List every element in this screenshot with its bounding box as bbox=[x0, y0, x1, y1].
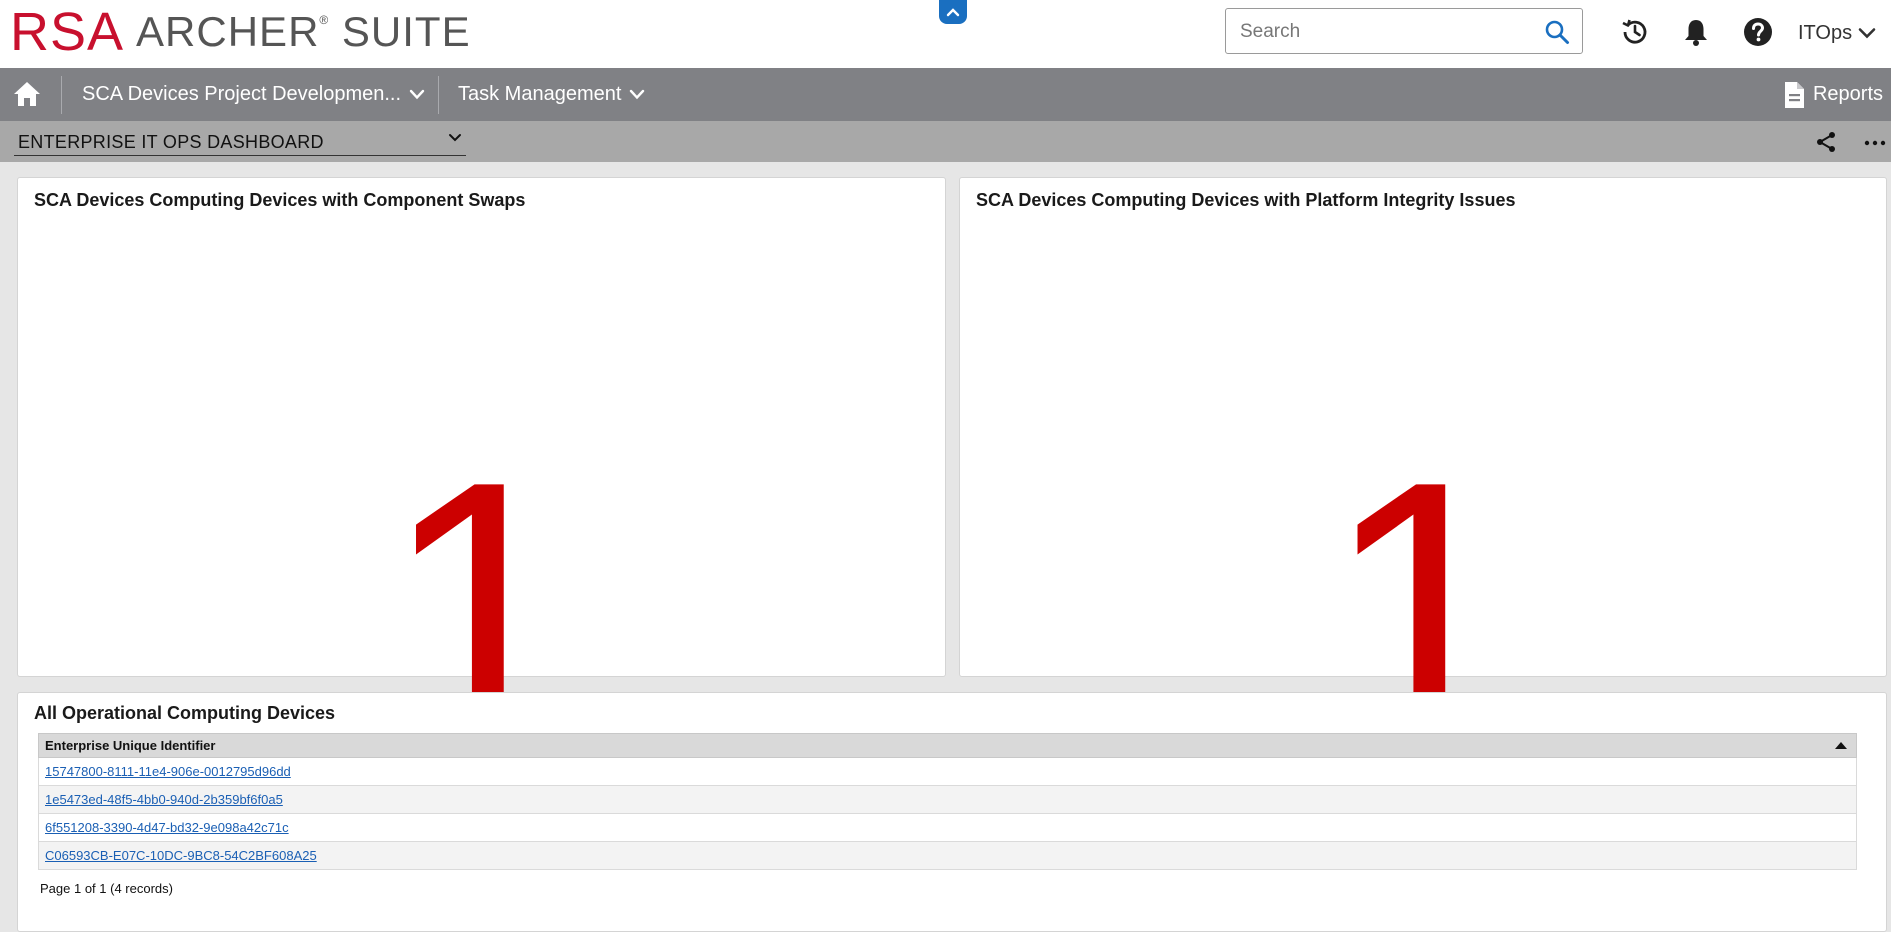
panel-title: All Operational Computing Devices bbox=[34, 703, 336, 723]
notifications-button[interactable] bbox=[1680, 16, 1712, 48]
help-icon bbox=[1744, 18, 1772, 46]
table-row: 1e5473ed-48f5-4bb0-940d-2b359bf6f0a5 bbox=[38, 785, 1857, 814]
document-icon bbox=[1784, 81, 1804, 108]
share-icon[interactable] bbox=[1815, 131, 1837, 153]
table-header-row: Enterprise Unique Identifier bbox=[38, 733, 1857, 758]
search-box[interactable] bbox=[1225, 8, 1583, 55]
collapse-header-button[interactable] bbox=[939, 0, 967, 24]
nav-item-task-management[interactable]: Task Management bbox=[458, 68, 645, 121]
chevron-down-icon bbox=[449, 134, 461, 142]
table-row: 6f551208-3390-4d47-bd32-9e098a42c71c bbox=[38, 813, 1857, 842]
devices-table: Enterprise Unique Identifier 15747800-81… bbox=[38, 733, 1857, 870]
logo-archer: ARCHER bbox=[136, 8, 320, 55]
column-header-label: Enterprise Unique Identifier bbox=[45, 738, 216, 753]
logo-suite: SUITE bbox=[341, 8, 471, 55]
table-row: C06593CB-E07C-10DC-9BC8-54C2BF608A25 bbox=[38, 841, 1857, 870]
table-cell: 15747800-8111-11e4-906e-0012795d96dd bbox=[38, 757, 1857, 786]
column-header-identifier[interactable]: Enterprise Unique Identifier bbox=[38, 733, 1857, 758]
nav-item-label: SCA Devices Project Developmen... bbox=[82, 83, 402, 105]
dashboard-bar: ENTERPRISE IT OPS DASHBOARD bbox=[0, 121, 1891, 162]
help-button[interactable] bbox=[1742, 16, 1774, 48]
device-record-link[interactable]: 15747800-8111-11e4-906e-0012795d96dd bbox=[45, 764, 291, 779]
logo-rsa: RSA bbox=[10, 2, 125, 62]
panel-title: SCA Devices Computing Devices with Platf… bbox=[976, 190, 1516, 210]
table-cell: C06593CB-E07C-10DC-9BC8-54C2BF608A25 bbox=[38, 841, 1857, 870]
nav-item-sca-devices[interactable]: SCA Devices Project Developmen... bbox=[82, 68, 425, 121]
operational-devices-panel: All Operational Computing Devices Enterp… bbox=[17, 692, 1887, 932]
reports-label: Reports bbox=[1812, 83, 1883, 105]
archer-logo[interactable]: RSA ARCHER® SUITE bbox=[10, 2, 471, 62]
more-options-icon[interactable] bbox=[1864, 131, 1886, 153]
device-record-link[interactable]: C06593CB-E07C-10DC-9BC8-54C2BF608A25 bbox=[45, 848, 317, 863]
search-icon[interactable] bbox=[1544, 19, 1570, 45]
chevron-down-icon bbox=[409, 89, 425, 100]
main-navigation: SCA Devices Project Developmen... Task M… bbox=[0, 68, 1891, 121]
component-swaps-panel: SCA Devices Computing Devices with Compo… bbox=[17, 177, 946, 788]
nav-divider bbox=[438, 76, 439, 114]
device-record-link[interactable]: 6f551208-3390-4d47-bd32-9e098a42c71c bbox=[45, 820, 289, 835]
chevron-up-icon bbox=[946, 8, 960, 17]
table-cell: 6f551208-3390-4d47-bd32-9e098a42c71c bbox=[38, 813, 1857, 842]
chevron-down-icon bbox=[1858, 28, 1876, 39]
dashboard-title: ENTERPRISE IT OPS DASHBOARD bbox=[18, 131, 324, 152]
history-button[interactable] bbox=[1619, 16, 1651, 48]
sort-ascending-icon[interactable] bbox=[1834, 741, 1848, 750]
reports-button[interactable]: Reports bbox=[1783, 68, 1883, 121]
nav-divider bbox=[61, 76, 62, 114]
table-cell: 1e5473ed-48f5-4bb0-940d-2b359bf6f0a5 bbox=[38, 785, 1857, 814]
logo-product-name: ARCHER® SUITE bbox=[136, 6, 471, 58]
devices-table-wrapper: Enterprise Unique Identifier 15747800-81… bbox=[38, 733, 1857, 870]
user-name: ITOps bbox=[1798, 21, 1853, 44]
platform-integrity-panel: SCA Devices Computing Devices with Platf… bbox=[959, 177, 1887, 788]
pagination-info: Page 1 of 1 (4 records) bbox=[40, 881, 173, 896]
device-record-link[interactable]: 1e5473ed-48f5-4bb0-940d-2b359bf6f0a5 bbox=[45, 792, 283, 807]
top-header: RSA ARCHER® SUITE ITOps bbox=[0, 0, 1891, 68]
dashboard-selector[interactable]: ENTERPRISE IT OPS DASHBOARD bbox=[14, 129, 466, 156]
chevron-down-icon bbox=[630, 89, 645, 100]
bell-icon bbox=[1685, 20, 1707, 46]
table-row: 15747800-8111-11e4-906e-0012795d96dd bbox=[38, 757, 1857, 786]
home-icon[interactable] bbox=[12, 80, 42, 108]
history-icon bbox=[1622, 19, 1647, 44]
user-menu[interactable]: ITOps bbox=[1798, 18, 1876, 48]
search-input[interactable] bbox=[1238, 9, 1542, 55]
panel-title: SCA Devices Computing Devices with Compo… bbox=[34, 190, 526, 210]
logo-registered-mark: ® bbox=[319, 13, 330, 27]
nav-item-label: Task Management bbox=[458, 83, 622, 105]
